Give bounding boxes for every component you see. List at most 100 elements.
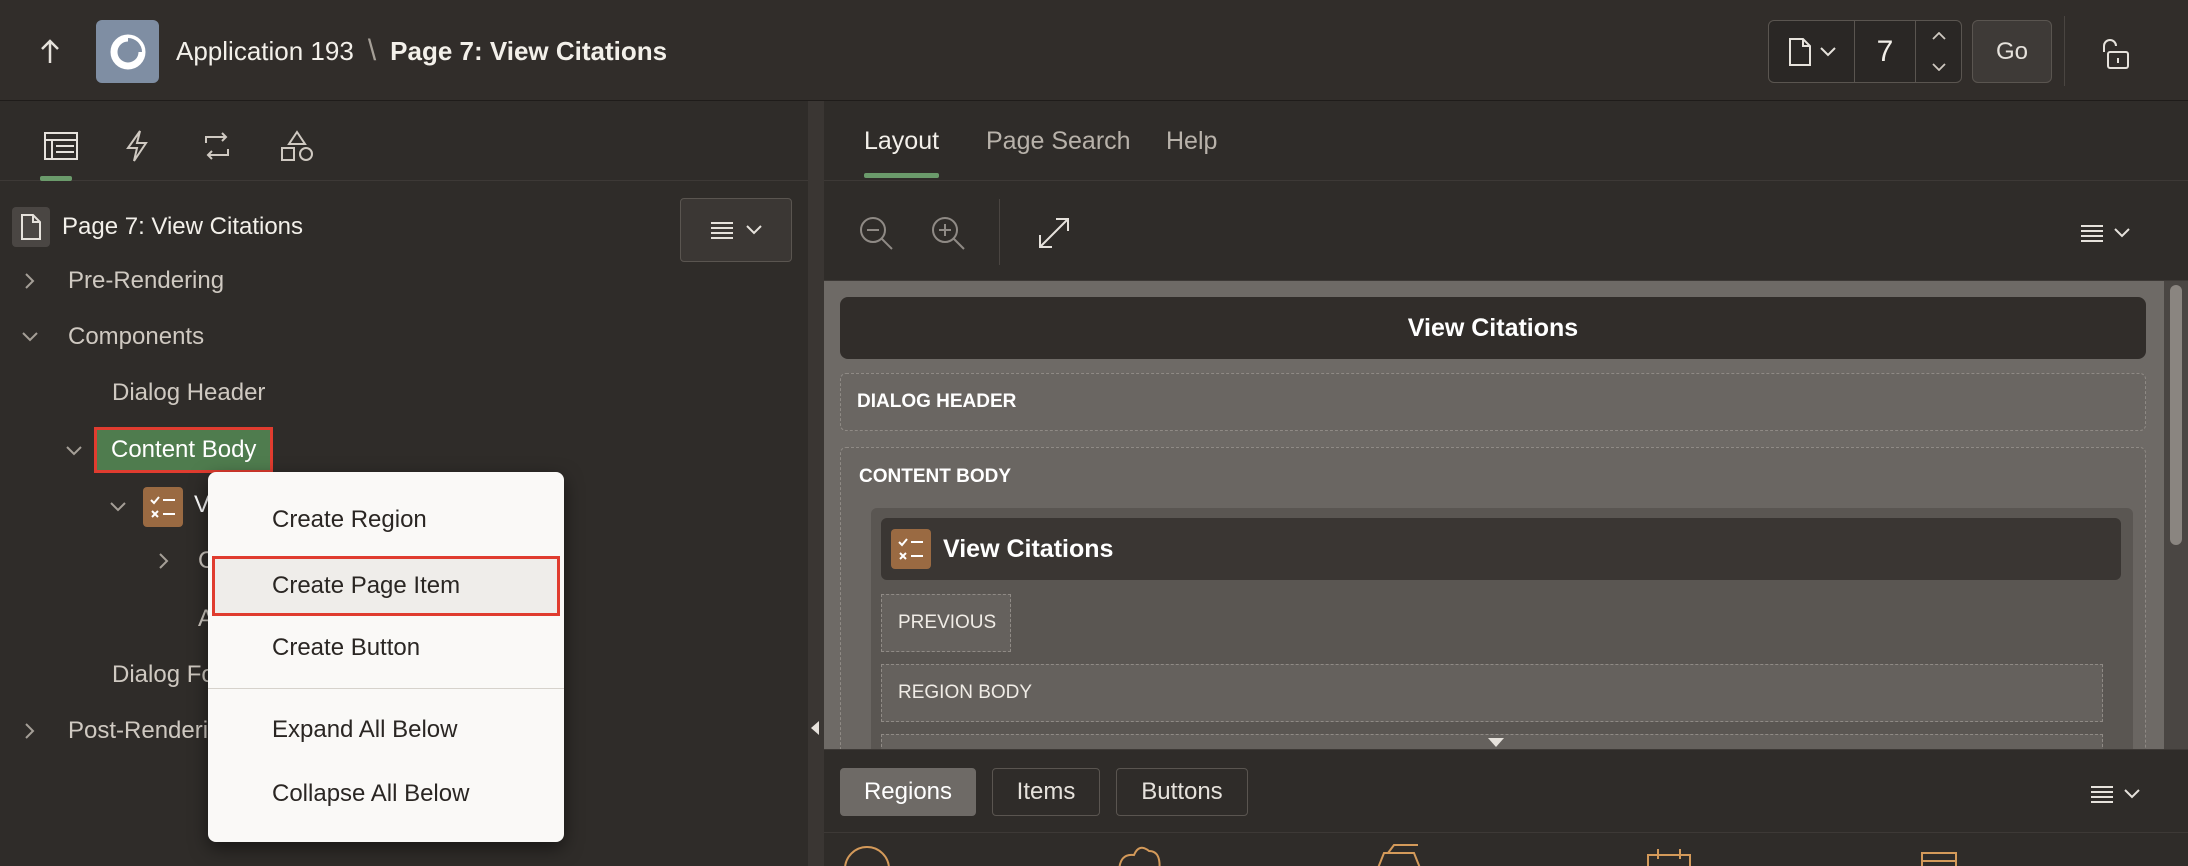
page-increment-button[interactable] — [1916, 21, 1961, 52]
gallery-panel: Regions Items Buttons — [824, 749, 2188, 866]
page-icon — [1788, 37, 1811, 66]
chevron-down-icon — [66, 446, 82, 456]
collapse-region-toggle[interactable] — [108, 497, 128, 517]
tab-help[interactable]: Help — [1166, 127, 1217, 156]
central-pane: Layout Page Search Help View Citations D… — [824, 101, 2188, 866]
tree-node-components[interactable]: Components — [68, 323, 204, 351]
app-name-link[interactable]: Application 193 — [176, 36, 354, 67]
tree-menu-button[interactable] — [680, 198, 792, 262]
tree-node-dialog-header[interactable]: Dialog Header — [112, 379, 265, 407]
dynamic-actions-tab[interactable] — [112, 121, 162, 171]
gallery-region-calendar-icon[interactable] — [1644, 843, 1694, 866]
gallery-icon-strip — [824, 832, 2188, 866]
gallery-tab-regions[interactable]: Regions — [840, 768, 976, 816]
gallery-tab-buttons[interactable]: Buttons — [1116, 768, 1248, 816]
lock-button[interactable] — [2090, 28, 2142, 80]
chevron-down-icon — [22, 332, 38, 342]
region-checklist-icon — [891, 529, 931, 569]
collapse-components-toggle[interactable] — [20, 327, 40, 347]
tree-node-post-rendering[interactable]: Post-Renderi — [68, 717, 208, 745]
tab-page-search[interactable]: Page Search — [986, 127, 1131, 156]
menu-item-create-button[interactable]: Create Button — [208, 618, 564, 678]
rendering-tab[interactable] — [36, 121, 86, 181]
gallery-tab-items[interactable]: Items — [992, 768, 1100, 816]
shapes-icon — [281, 130, 313, 161]
chevron-down-icon — [1819, 46, 1836, 56]
lightning-icon — [126, 130, 148, 162]
menu-item-create-page-item[interactable]: Create Page Item — [212, 556, 560, 616]
page-decrement-button[interactable] — [1916, 52, 1961, 83]
expand-icon — [1039, 218, 1069, 248]
layout-toolbar — [824, 181, 2188, 281]
page-name: Page 7: View Citations — [390, 35, 668, 66]
page-number-spinner — [1915, 21, 1961, 82]
tree-node-pre-rendering[interactable]: Pre-Rendering — [68, 267, 224, 295]
app-logo-icon[interactable] — [96, 20, 159, 83]
shared-components-tab[interactable] — [272, 121, 322, 171]
view-citations-region[interactable]: View Citations PREVIOUS REGION BODY — [871, 508, 2133, 749]
dialog-title-bar[interactable]: View Citations — [840, 297, 2146, 359]
page-type-dropdown[interactable] — [1769, 21, 1855, 82]
collapse-content-body-toggle[interactable] — [64, 441, 84, 461]
region-checklist-icon — [143, 487, 183, 527]
zoom-in-icon — [932, 217, 965, 250]
tree-root-page[interactable]: Page 7: View Citations — [12, 207, 303, 247]
hamburger-icon — [711, 222, 733, 239]
up-arrow-button[interactable] — [28, 30, 72, 74]
tree-node-content-body[interactable]: Content Body — [94, 427, 274, 473]
expand-pre-rendering-toggle[interactable] — [20, 271, 40, 291]
menu-item-collapse-all-below[interactable]: Collapse All Below — [208, 764, 564, 824]
layout-menu-button[interactable] — [2070, 211, 2140, 255]
previous-slot[interactable]: PREVIOUS — [881, 594, 1011, 652]
chevron-right-icon — [159, 553, 169, 569]
page-number-input[interactable]: 7 — [1855, 21, 1915, 82]
region-header[interactable]: View Citations — [881, 518, 2121, 580]
expand-post-rendering-toggle[interactable] — [20, 721, 40, 741]
unlock-icon — [2103, 39, 2129, 69]
menu-item-expand-all-below[interactable]: Expand All Below — [208, 700, 564, 760]
tree-node-dialog-footer[interactable]: Dialog Fo — [112, 661, 215, 689]
context-menu: Create Region Create Page Item Create Bu… — [208, 472, 564, 842]
chevron-right-icon — [25, 273, 35, 289]
page-icon — [12, 207, 50, 247]
pane-splitter[interactable] — [808, 101, 824, 866]
region-title: View Citations — [943, 534, 1114, 563]
gallery-region-circle-icon[interactable] — [842, 843, 892, 866]
page-selector: 7 — [1768, 20, 1962, 83]
rendering-tree-icon — [44, 132, 78, 160]
zoom-out-button[interactable] — [854, 211, 898, 255]
processing-tab[interactable] — [192, 121, 242, 171]
zoom-in-button[interactable] — [926, 211, 970, 255]
maximize-button[interactable] — [1032, 211, 1076, 255]
chevron-up-icon — [1931, 32, 1946, 40]
go-button[interactable]: Go — [1972, 20, 2052, 83]
gallery-region-cards-icon[interactable] — [1374, 843, 1424, 866]
content-body-label: CONTENT BODY — [859, 466, 1011, 487]
breadcrumb: Application 193 \ Page 7: View Citations — [176, 34, 667, 68]
header-divider — [2064, 16, 2065, 86]
chevron-down-icon — [1931, 63, 1946, 71]
scrollbar-thumb[interactable] — [2170, 285, 2182, 545]
expand-child-toggle[interactable] — [154, 551, 174, 571]
dialog-header-slot[interactable]: DIALOG HEADER — [840, 373, 2146, 431]
gallery-region-cloud-icon[interactable] — [1114, 843, 1164, 866]
region-body-slot[interactable]: REGION BODY — [881, 664, 2103, 722]
central-pane-tabs: Layout Page Search Help — [824, 101, 2188, 181]
gallery-menu-button[interactable] — [2080, 774, 2150, 814]
menu-item-create-region[interactable]: Create Region — [208, 490, 564, 550]
arrow-up-icon — [41, 39, 59, 63]
chevron-down-icon — [2114, 228, 2130, 238]
collapse-gallery-arrow-icon[interactable] — [1488, 738, 1504, 747]
content-body-slot[interactable]: CONTENT BODY View Citations PREVIOUS REG… — [840, 447, 2146, 749]
left-pane-tabs — [0, 101, 808, 181]
tab-layout[interactable]: Layout — [864, 127, 940, 178]
gallery-region-form-icon[interactable] — [1914, 843, 1964, 866]
canvas-scrollbar[interactable] — [2164, 281, 2188, 749]
hamburger-icon — [2081, 225, 2103, 242]
layout-canvas: View Citations DIALOG HEADER CONTENT BOD… — [824, 281, 2164, 749]
tree-root-label: Page 7: View Citations — [62, 213, 304, 240]
chevron-right-icon — [25, 723, 35, 739]
breadcrumb-separator: \ — [367, 34, 377, 67]
chevron-down-icon — [110, 502, 126, 512]
processing-loop-icon — [205, 132, 229, 160]
